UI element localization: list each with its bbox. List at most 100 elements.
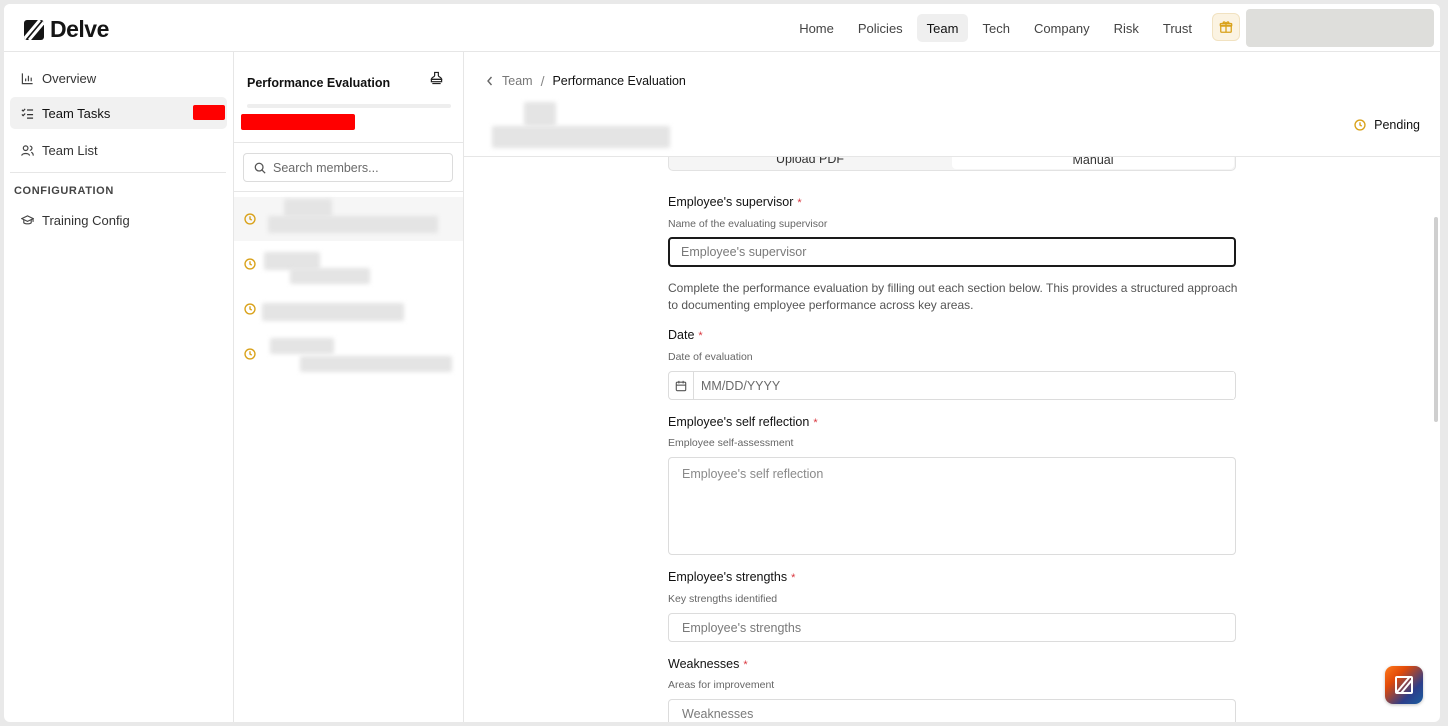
users-icon xyxy=(20,143,34,157)
calendar-button[interactable] xyxy=(669,372,694,399)
redacted-employee-name xyxy=(492,126,670,148)
clock-icon xyxy=(244,258,256,270)
supervisor-hint: Name of the evaluating supervisor xyxy=(668,218,828,230)
self-reflection-label: Employee's self reflection * xyxy=(668,415,818,429)
breadcrumb: Team / Performance Evaluation xyxy=(486,73,686,89)
calendar-icon xyxy=(675,380,687,391)
weaknesses-label-text: Weaknesses xyxy=(668,657,740,671)
app-window: Delve Home Policies Team Tech Company Ri… xyxy=(4,4,1440,722)
nav-home[interactable]: Home xyxy=(789,14,844,42)
clock-icon xyxy=(244,303,256,315)
clock-icon xyxy=(1354,119,1366,131)
scrollbar[interactable] xyxy=(1434,217,1438,422)
required-mark: * xyxy=(797,197,802,209)
supervisor-label-text: Employee's supervisor xyxy=(668,195,794,209)
supervisor-input[interactable] xyxy=(668,237,1236,267)
strengths-input[interactable] xyxy=(668,613,1236,642)
redacted-text xyxy=(241,114,355,130)
redacted-name xyxy=(262,303,404,321)
redacted-detail xyxy=(268,216,438,233)
required-mark: * xyxy=(813,417,818,429)
search-icon xyxy=(254,162,266,174)
supervisor-label: Employee's supervisor * xyxy=(668,195,802,209)
redacted-employee-avatar xyxy=(524,102,556,126)
gift-button[interactable] xyxy=(1212,13,1240,41)
sidebar-section-title: CONFIGURATION xyxy=(14,185,114,197)
self-reflection-textarea[interactable] xyxy=(668,457,1236,555)
nav-tech[interactable]: Tech xyxy=(972,14,1019,42)
status-label: Pending xyxy=(1374,118,1420,132)
sidebar-item-label: Team List xyxy=(42,142,98,158)
sidebar-item-overview[interactable]: Overview xyxy=(10,62,227,94)
form-description: Complete the performance evaluation by f… xyxy=(668,281,1238,312)
sidebar-divider xyxy=(10,172,226,173)
nav-trust[interactable]: Trust xyxy=(1153,14,1202,42)
account-menu[interactable] xyxy=(1246,9,1434,47)
list-checks-icon xyxy=(20,106,34,120)
date-label: Date * xyxy=(668,328,703,342)
self-reflection-hint: Employee self-assessment xyxy=(668,437,794,449)
date-hint: Date of evaluation xyxy=(668,351,753,363)
sidebar-item-team-list[interactable]: Team List xyxy=(10,134,227,166)
top-bar: Delve Home Policies Team Tech Company Ri… xyxy=(4,4,1440,52)
bar-chart-icon xyxy=(20,71,34,85)
nav-team[interactable]: Team xyxy=(916,14,969,42)
member-item[interactable] xyxy=(234,242,463,286)
gift-icon xyxy=(1219,21,1233,33)
top-nav: Home Policies Team Tech Company Risk Tru… xyxy=(789,14,1202,42)
sidebar-item-team-tasks[interactable]: Team Tasks xyxy=(10,97,227,129)
input-mode-tabs: Upload PDF Manual xyxy=(668,157,1236,171)
member-item[interactable] xyxy=(234,287,463,331)
strengths-hint: Key strengths identified xyxy=(668,593,778,605)
strengths-label: Employee's strengths * xyxy=(668,570,795,584)
tab-manual[interactable]: Manual xyxy=(952,157,1234,169)
breadcrumb-current: Performance Evaluation xyxy=(552,74,686,88)
stamp-icon xyxy=(430,71,443,85)
date-field[interactable] xyxy=(668,371,1236,400)
tab-upload-pdf[interactable]: Upload PDF xyxy=(669,157,951,170)
weaknesses-input[interactable] xyxy=(668,699,1236,722)
sidebar-item-label: Team Tasks xyxy=(42,105,111,121)
nav-policies[interactable]: Policies xyxy=(848,14,913,42)
date-input[interactable] xyxy=(694,372,1234,399)
nav-risk[interactable]: Risk xyxy=(1104,14,1149,42)
weaknesses-label: Weaknesses * xyxy=(668,657,748,671)
panel-divider xyxy=(234,191,463,192)
assistant-button[interactable] xyxy=(1385,666,1423,704)
redacted-name xyxy=(284,199,332,217)
date-label-text: Date xyxy=(668,328,695,342)
sidebar-item-label: Training Config xyxy=(42,212,130,228)
redacted-detail xyxy=(290,268,370,284)
member-panel: Performance Evaluation xyxy=(234,52,464,722)
member-item[interactable] xyxy=(234,332,463,376)
delve-logo-icon xyxy=(24,19,44,40)
self-reflection-label-text: Employee's self reflection xyxy=(668,415,810,429)
strengths-label-text: Employee's strengths xyxy=(668,570,788,584)
form-scroll-area[interactable]: Upload PDF Manual Employee's supervisor *… xyxy=(464,157,1440,722)
stamp-button[interactable] xyxy=(430,71,443,90)
main-content: Team / Performance Evaluation Pending Up… xyxy=(464,52,1440,722)
progress-bar xyxy=(247,104,451,108)
redacted-detail xyxy=(300,356,452,372)
member-search[interactable] xyxy=(243,153,453,182)
required-mark: * xyxy=(698,330,703,342)
clock-icon xyxy=(244,213,256,225)
delve-logo-icon xyxy=(1395,676,1413,694)
required-mark: * xyxy=(743,659,748,671)
sidebar-item-training-config[interactable]: Training Config xyxy=(10,204,227,236)
sidebar-item-label: Overview xyxy=(42,70,97,86)
redacted-badge xyxy=(193,105,225,120)
weaknesses-hint: Areas for improvement xyxy=(668,679,775,691)
clock-icon xyxy=(244,348,256,360)
panel-divider xyxy=(234,142,463,143)
search-input[interactable] xyxy=(273,160,443,175)
app-logo[interactable]: Delve xyxy=(24,16,109,43)
app-name: Delve xyxy=(50,16,109,42)
nav-company[interactable]: Company xyxy=(1024,14,1100,42)
graduation-cap-icon xyxy=(20,213,34,227)
chevron-left-icon[interactable] xyxy=(486,76,494,86)
breadcrumb-team-link[interactable]: Team xyxy=(502,74,533,88)
status-badge: Pending xyxy=(1354,118,1420,132)
panel-title: Performance Evaluation xyxy=(247,76,391,90)
member-item[interactable] xyxy=(234,197,463,241)
